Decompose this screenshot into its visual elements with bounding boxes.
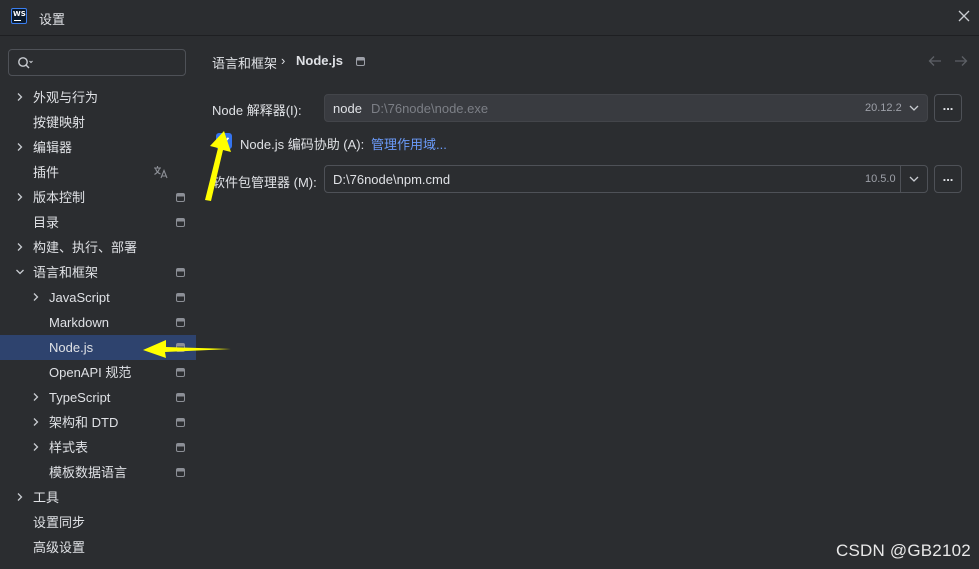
sidebar-item-label: 语言和框架 bbox=[33, 265, 99, 280]
sidebar-item[interactable]: 构建、执行、部署 bbox=[0, 235, 196, 260]
breadcrumb-parent[interactable]: 语言和框架 bbox=[212, 53, 277, 72]
sidebar-item[interactable]: Node.js bbox=[0, 335, 196, 360]
project-scope-icon bbox=[176, 443, 185, 452]
chevron-down-icon[interactable] bbox=[15, 267, 25, 277]
sidebar-item[interactable]: 编辑器 bbox=[0, 135, 196, 160]
back-arrow-icon[interactable] bbox=[928, 55, 942, 67]
search-icon bbox=[18, 57, 33, 69]
translate-icon bbox=[154, 166, 168, 179]
breadcrumb-separator: › bbox=[281, 53, 286, 68]
sidebar-item[interactable]: 高级设置 bbox=[0, 535, 196, 560]
coding-assistance-label[interactable]: Node.js 编码协助 (A): bbox=[240, 134, 364, 153]
chevron-right-icon[interactable] bbox=[31, 292, 41, 302]
sidebar-item[interactable]: 工具 bbox=[0, 485, 196, 510]
sidebar-item-label: 插件 bbox=[33, 165, 60, 180]
chevron-right-icon[interactable] bbox=[31, 442, 41, 452]
webstorm-logo-icon: WS bbox=[11, 8, 27, 24]
sidebar-item-label: Node.js bbox=[49, 340, 94, 355]
project-scope-icon bbox=[176, 218, 185, 227]
page-title: Node.js bbox=[296, 53, 343, 68]
project-scope-icon bbox=[176, 418, 185, 427]
node-interpreter-name: node bbox=[333, 101, 362, 116]
search-input[interactable] bbox=[8, 49, 186, 76]
sidebar-item[interactable]: 版本控制 bbox=[0, 185, 196, 210]
sidebar-item[interactable]: JavaScript bbox=[0, 285, 196, 310]
sidebar-item-label: 按键映射 bbox=[33, 115, 86, 130]
sidebar-item-label: 目录 bbox=[33, 215, 60, 230]
project-scope-icon bbox=[176, 468, 185, 477]
project-scope-icon bbox=[176, 318, 185, 327]
project-scope-icon bbox=[176, 268, 185, 277]
sidebar-item-label: 工具 bbox=[33, 490, 60, 505]
chevron-right-icon[interactable] bbox=[31, 417, 41, 427]
chevron-right-icon[interactable] bbox=[15, 142, 25, 152]
sidebar-item-label: 编辑器 bbox=[33, 140, 73, 155]
sidebar-item[interactable]: 架构和 DTD bbox=[0, 410, 196, 435]
sidebar-item-label: 构建、执行、部署 bbox=[33, 240, 138, 255]
chevron-right-icon[interactable] bbox=[15, 192, 25, 202]
chevron-down-icon[interactable] bbox=[909, 104, 919, 112]
chevron-right-icon[interactable] bbox=[15, 242, 25, 252]
node-interpreter-version: 20.12.2 bbox=[865, 102, 902, 114]
sidebar-item[interactable]: Markdown bbox=[0, 310, 196, 335]
settings-sidebar: 外观与行为按键映射编辑器插件版本控制目录构建、执行、部署 语言和框架 JavaScr… bbox=[0, 37, 196, 569]
panel-divider[interactable] bbox=[196, 37, 197, 569]
sidebar-item[interactable]: 模板数据语言 bbox=[0, 460, 196, 485]
package-manager-select[interactable]: D:\76node\npm.cmd 10.5.0 bbox=[324, 165, 928, 193]
title-bar: WS 设置 bbox=[0, 0, 979, 36]
chevron-right-icon[interactable] bbox=[15, 492, 25, 502]
sidebar-item[interactable]: 样式表 bbox=[0, 435, 196, 460]
sidebar-item[interactable]: 目录 bbox=[0, 210, 196, 235]
sidebar-item[interactable]: 外观与行为 bbox=[0, 85, 196, 110]
sidebar-item-label: 设置同步 bbox=[33, 515, 86, 530]
package-manager-version: 10.5.0 bbox=[865, 173, 896, 185]
sidebar-item[interactable]: 按键映射 bbox=[0, 110, 196, 135]
sidebar-item-label: 样式表 bbox=[49, 440, 89, 455]
project-scope-icon bbox=[176, 193, 185, 202]
sidebar-item-label: 模板数据语言 bbox=[49, 465, 128, 480]
coding-assistance-checkbox[interactable] bbox=[216, 133, 232, 149]
project-scope-icon bbox=[176, 343, 185, 352]
sidebar-item-label: TypeScript bbox=[49, 390, 111, 405]
chevron-right-icon[interactable] bbox=[31, 392, 41, 402]
package-manager-path: D:\76node\npm.cmd bbox=[333, 172, 451, 187]
checkmark-icon bbox=[218, 137, 230, 146]
sidebar-item[interactable]: 设置同步 bbox=[0, 510, 196, 535]
sidebar-item-label: 高级设置 bbox=[33, 540, 86, 555]
sidebar-item-label: 架构和 DTD bbox=[49, 415, 119, 430]
sidebar-item-label: 版本控制 bbox=[33, 190, 86, 205]
node-interpreter-select[interactable]: node D:\76node\node.exe 20.12.2 bbox=[324, 94, 928, 122]
sidebar-item[interactable]: 语言和框架 bbox=[0, 260, 196, 285]
window-title: 设置 bbox=[39, 12, 66, 27]
sidebar-item-label: JavaScript bbox=[49, 290, 110, 305]
sidebar-item-label: 外观与行为 bbox=[33, 90, 99, 105]
sidebar-item-label: OpenAPI 规范 bbox=[49, 365, 132, 380]
package-manager-browse-button[interactable]: ... bbox=[934, 165, 962, 193]
sidebar-item[interactable]: 插件 bbox=[0, 160, 196, 185]
sidebar-item[interactable]: OpenAPI 规范 bbox=[0, 360, 196, 385]
project-scope-icon bbox=[176, 293, 185, 302]
sidebar-item[interactable]: TypeScript bbox=[0, 385, 196, 410]
sidebar-item-label: Markdown bbox=[49, 315, 109, 330]
forward-arrow-icon[interactable] bbox=[954, 55, 968, 67]
project-scope-icon bbox=[356, 57, 365, 66]
project-scope-icon bbox=[176, 368, 185, 377]
node-interpreter-path: D:\76node\node.exe bbox=[371, 101, 489, 116]
node-interpreter-label: Node 解释器(I): bbox=[212, 103, 302, 118]
chevron-down-icon[interactable] bbox=[909, 175, 919, 183]
package-manager-label: 软件包管理器 (M): bbox=[212, 175, 317, 190]
watermark: CSDN @GB2102 bbox=[836, 541, 971, 560]
node-interpreter-browse-button[interactable]: ... bbox=[934, 94, 962, 122]
combo-separator bbox=[900, 166, 901, 192]
manage-scopes-link[interactable]: 管理作用域... bbox=[371, 134, 447, 153]
close-icon[interactable] bbox=[956, 8, 972, 24]
chevron-right-icon[interactable] bbox=[15, 92, 25, 102]
project-scope-icon bbox=[176, 393, 185, 402]
